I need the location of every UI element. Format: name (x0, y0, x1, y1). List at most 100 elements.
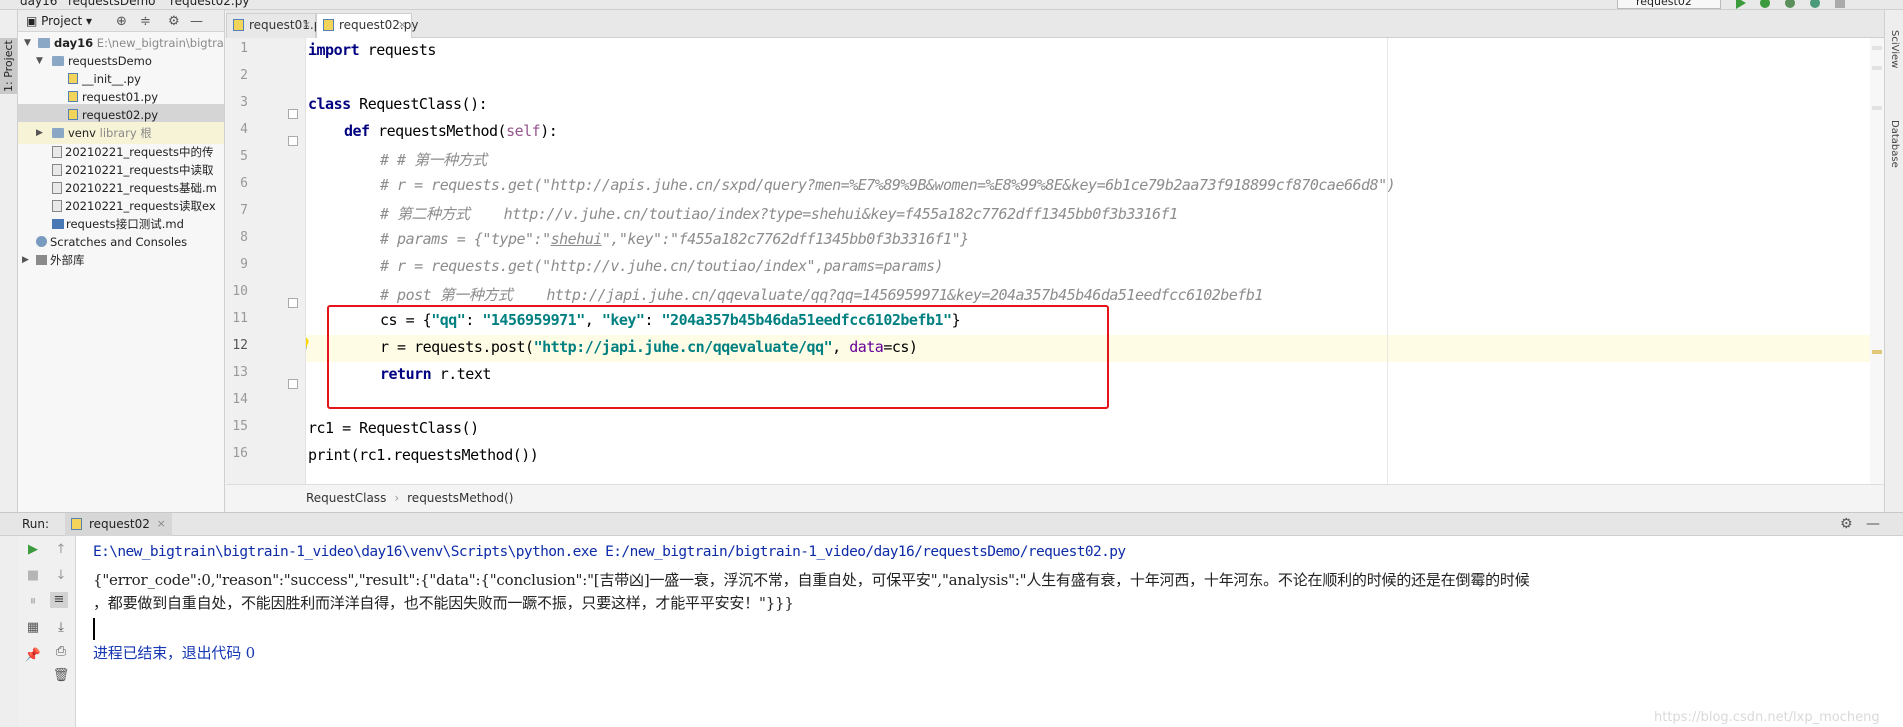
trash-icon[interactable]: 🗑 (52, 668, 70, 684)
code-editor[interactable]: 💡 import requests class RequestClass(): … (306, 38, 1884, 484)
line-number: 16 (232, 446, 248, 461)
soft-wrap-icon[interactable]: ≡ (50, 592, 68, 608)
left-tool-strip-bottom (0, 536, 18, 727)
gear-icon[interactable]: ⚙ (168, 14, 180, 29)
stop-icon[interactable]: ■ (24, 568, 42, 584)
arrow-up-icon[interactable]: ↑ (52, 542, 70, 558)
run-console[interactable]: E:\new_bigtrain\bigtrain-1_video\day16\v… (76, 536, 1903, 727)
console-output-line: {"error_code":0,"reason":"success","resu… (93, 571, 1530, 589)
nav-crumb-package[interactable]: requestsDemo (68, 0, 156, 8)
lightbulb-icon[interactable]: 💡 (306, 338, 312, 353)
console-output-line: ，都要做到自重自处，不能因胜利而洋洋自得，也不能因失败而一蹶不振，只要这样，才能… (93, 594, 794, 612)
code-line: def requestsMethod(self): (344, 122, 558, 140)
line-number: 11 (232, 311, 248, 326)
locate-icon[interactable]: ⊕ (116, 14, 127, 29)
breadcrumb: RequestClass › requestsMethod() (226, 484, 1884, 512)
code-line: # r = requests.get("http://v.juhe.cn/tou… (380, 257, 944, 275)
line-number: 7 (240, 203, 248, 218)
run-configuration-select[interactable]: request02 (1617, 0, 1721, 9)
hide-icon[interactable]: — (1866, 516, 1880, 532)
tab-request02[interactable]: request02.py × (316, 13, 418, 39)
line-number: 9 (240, 257, 248, 272)
debug-icon[interactable] (1758, 0, 1772, 9)
highlight-annotation-box (327, 305, 1109, 409)
right-tool-strip: SciView Database (1884, 10, 1903, 512)
fold-icon[interactable] (288, 109, 298, 119)
document-icon (52, 182, 62, 194)
python-file-icon (323, 19, 334, 31)
coverage-icon[interactable] (1783, 0, 1797, 9)
database-tool-tab[interactable]: Database (1889, 120, 1900, 168)
left-tool-strip: 1: Project (0, 10, 18, 512)
gear-icon[interactable]: ⚙ (1840, 516, 1853, 532)
code-line: # r = requests.get("http://apis.juhe.cn/… (380, 176, 1396, 194)
editor-tab-bar: request01.py × request02.py × (226, 10, 1884, 39)
line-number: 12 (232, 338, 248, 353)
code-line: class RequestClass(): (308, 95, 488, 113)
code-line: import requests (308, 41, 436, 59)
project-panel: ▣ Project ▾ ⊕ ≑ ⚙ — ▼ day16 E:\new_bigtr… (18, 10, 225, 512)
folder-icon (52, 56, 64, 66)
line-number: 4 (240, 122, 248, 137)
code-line: # params = {"type":"shehui","key":"f455a… (380, 230, 969, 248)
line-number: 2 (240, 68, 248, 83)
text-cursor (93, 618, 95, 640)
fold-icon[interactable] (288, 298, 298, 308)
console-command-line: E:\new_bigtrain\bigtrain-1_video\day16\v… (93, 544, 1126, 560)
hide-icon[interactable]: — (190, 14, 203, 29)
run-icon[interactable] (1733, 0, 1747, 9)
project-view-select[interactable]: ▣ Project ▾ (26, 14, 92, 28)
line-number: 3 (240, 95, 248, 110)
code-line: rc1 = RequestClass() (308, 419, 479, 437)
tab-request01[interactable]: request01.py × (226, 13, 328, 38)
nav-crumb-file[interactable]: request02.py (170, 0, 249, 8)
profile-icon[interactable] (1808, 0, 1822, 9)
line-number: 14 (232, 392, 248, 407)
breadcrumb-method[interactable]: requestsMethod() (407, 491, 513, 505)
pause-icon[interactable]: ⏸ (24, 594, 42, 610)
line-number: 15 (232, 419, 248, 434)
breadcrumb-class[interactable]: RequestClass (306, 491, 386, 505)
fold-icon[interactable] (288, 379, 298, 389)
nav-crumb-project[interactable]: day16 (20, 0, 57, 8)
line-number: 5 (240, 149, 248, 164)
editor-scrollbar[interactable] (1870, 38, 1884, 484)
folder-icon (38, 38, 50, 48)
markdown-file-icon (52, 219, 64, 229)
layout-icon[interactable]: ▦ (24, 620, 42, 636)
code-line: # post 第一种方式 http://japi.juhe.cn/qqevalu… (380, 286, 1263, 304)
code-line: # # 第一种方式 (380, 151, 487, 169)
close-icon[interactable]: × (398, 14, 407, 36)
python-file-icon (68, 91, 78, 102)
code-line: print(rc1.requestsMethod()) (308, 446, 539, 464)
line-number: 8 (240, 230, 248, 245)
line-number: 6 (240, 176, 248, 191)
document-icon (52, 146, 62, 158)
stop-icon[interactable] (1833, 0, 1847, 9)
run-panel-header: Run: request02 × ⚙ — (0, 512, 1903, 536)
sciview-tool-tab[interactable]: SciView (1889, 30, 1900, 68)
project-tool-tab[interactable]: 1: Project (0, 38, 17, 94)
pin-icon[interactable]: 📌 (24, 648, 42, 664)
python-file-icon (71, 518, 82, 530)
editor-gutter: 1 2 3 4 5 6 7 8 9 10 11 12 13 14 15 16 (226, 38, 306, 484)
tree-item-external-libraries[interactable]: ▶ 外部库 (18, 249, 224, 271)
chevron-right-icon[interactable]: ▶ (22, 249, 29, 271)
project-panel-header: ▣ Project ▾ ⊕ ≑ ⚙ — (18, 10, 224, 32)
close-icon[interactable]: × (302, 14, 311, 36)
collapse-icon[interactable]: ≑ (140, 14, 151, 29)
line-number: 13 (232, 365, 248, 380)
python-file-icon (68, 109, 78, 120)
document-icon (52, 164, 62, 176)
run-label: Run: (22, 517, 50, 531)
folder-icon (52, 128, 64, 138)
fold-icon[interactable] (288, 136, 298, 146)
scroll-to-end-icon[interactable]: ⤓ (52, 620, 70, 636)
close-icon[interactable]: × (157, 513, 166, 535)
watermark: https://blog.csdn.net/lxp_mocheng (1654, 710, 1880, 725)
python-file-icon (68, 73, 78, 84)
run-tab-request02[interactable]: request02 × (65, 513, 172, 536)
arrow-down-icon[interactable]: ↓ (52, 568, 70, 584)
rerun-icon[interactable]: ▶ (24, 542, 42, 558)
print-icon[interactable]: ⎙ (52, 644, 70, 660)
